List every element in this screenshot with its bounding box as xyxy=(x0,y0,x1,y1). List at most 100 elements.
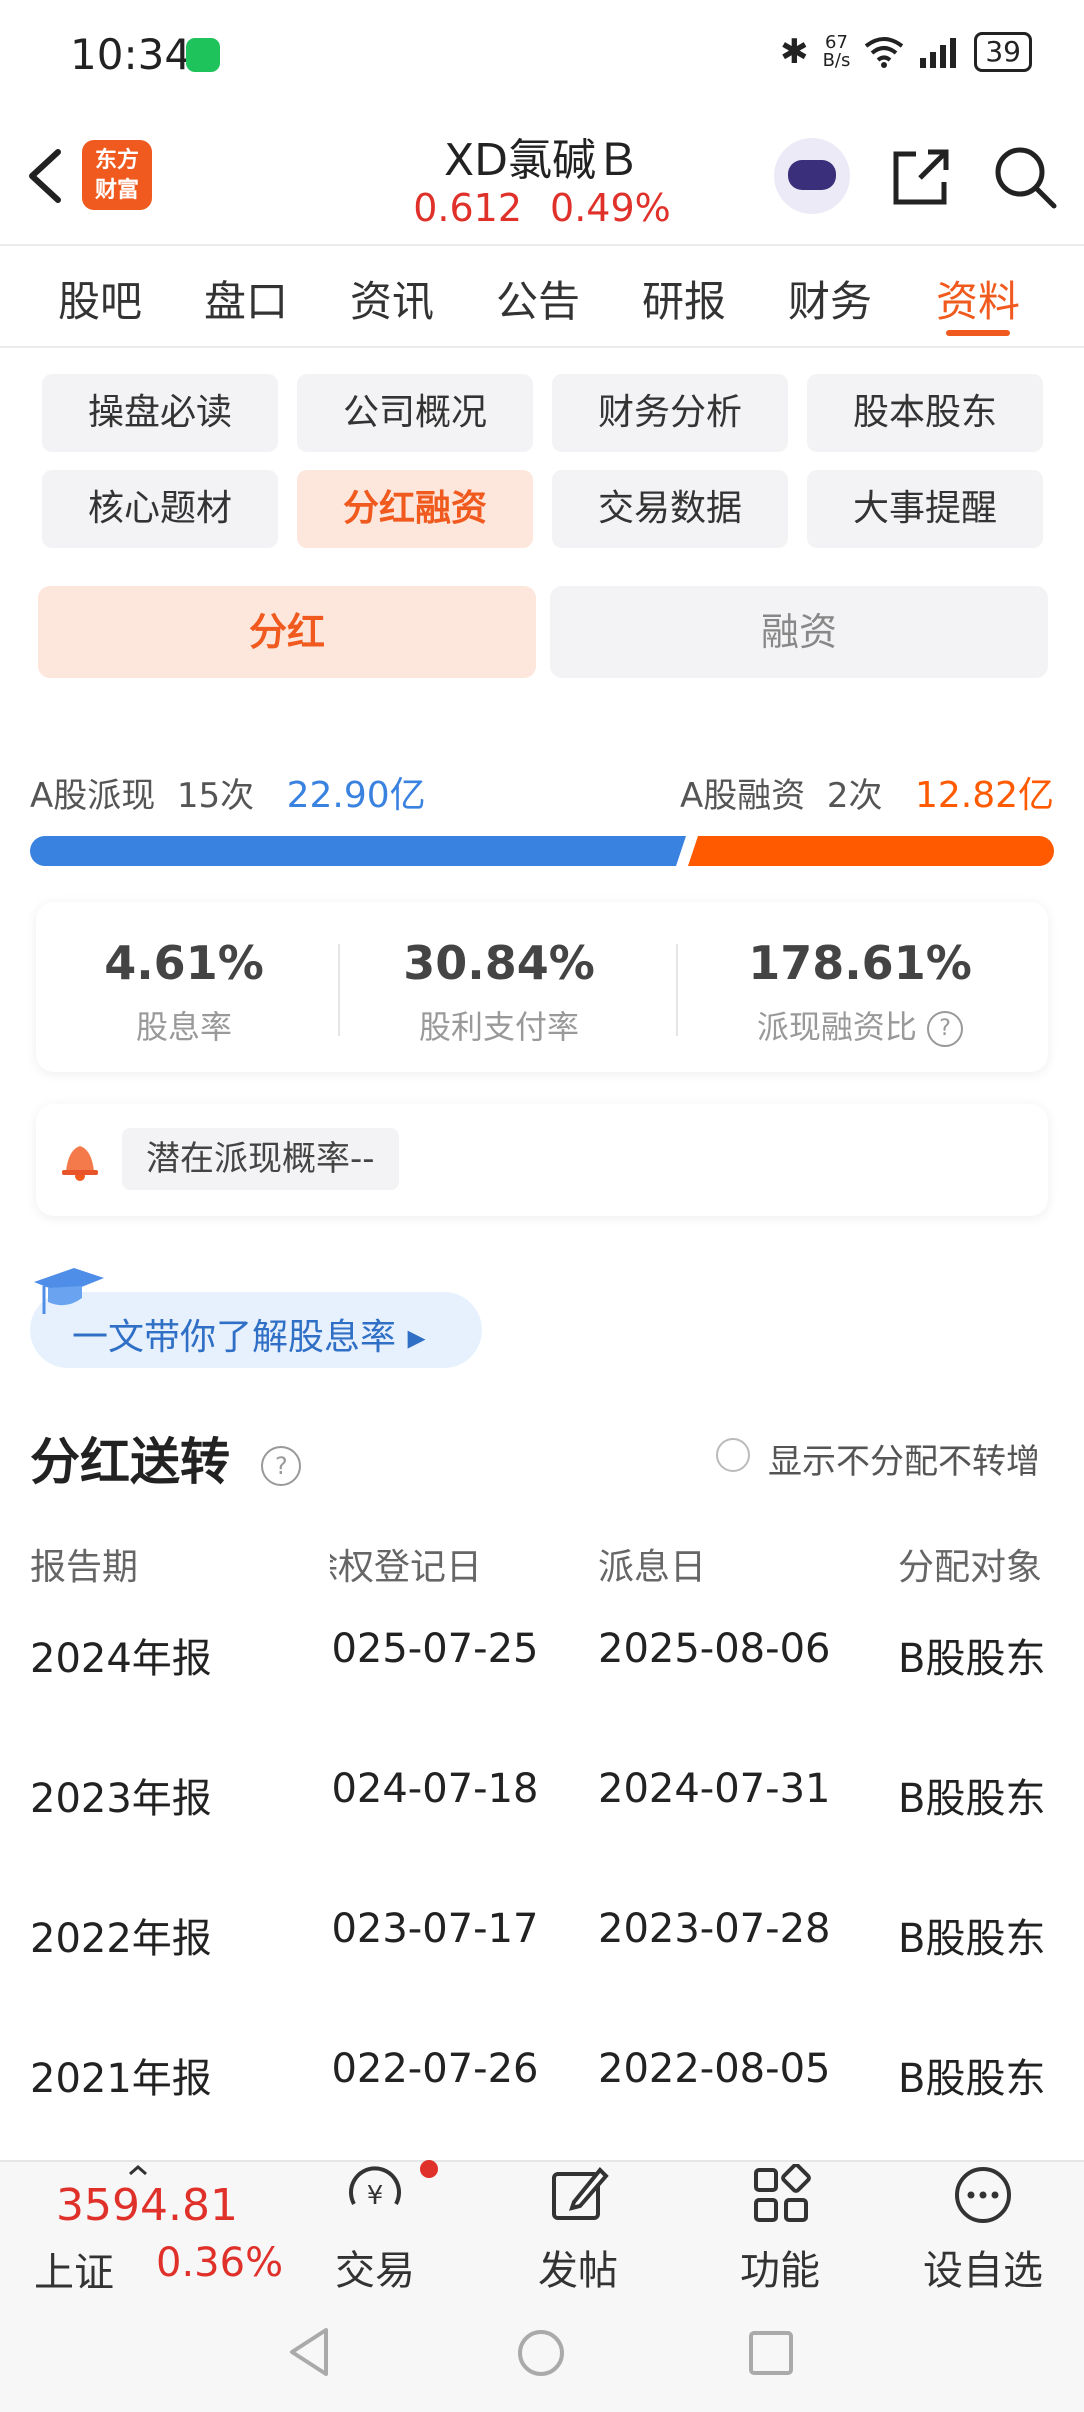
compose-post-icon[interactable] xyxy=(548,2164,610,2226)
tab-news[interactable]: 资讯 xyxy=(350,268,434,329)
tab-guba[interactable]: 股吧 xyxy=(58,268,142,329)
dividend-amount: 22.90亿 xyxy=(286,775,426,816)
table-row-record-date-wrap: 2025-07-25 xyxy=(330,1626,550,1672)
table-row-record-date-wrap: 2024-07-18 xyxy=(330,1766,550,1812)
financing-bar xyxy=(688,836,1054,866)
dividend-count: 15次 xyxy=(176,776,255,816)
chip-trading-data[interactable]: 交易数据 xyxy=(552,470,788,548)
chip-dividend-financing[interactable]: 分红融资 xyxy=(297,470,533,548)
dividend-yield-label: 股息率 xyxy=(135,1008,232,1046)
svg-text:¥: ¥ xyxy=(367,2181,384,2211)
tabs-divider xyxy=(0,346,1084,348)
column-header-record-date-wrap: 除权登记日 xyxy=(330,1538,530,1590)
tab-finance[interactable]: 财务 xyxy=(788,268,872,329)
chip-company-overview[interactable]: 公司概况 xyxy=(297,374,533,452)
table-row-record-date: 2023-07-17 xyxy=(330,1906,539,1952)
table-row-payment-date: 2025-08-06 xyxy=(598,1626,831,1672)
ai-assistant-face xyxy=(788,160,836,190)
status-time: 10:34 xyxy=(70,30,192,79)
table-row-target: B股股东 xyxy=(898,1916,1046,1962)
chip-trading-guide[interactable]: 操盘必读 xyxy=(42,374,278,452)
share-icon[interactable] xyxy=(890,146,952,208)
section-title: 分红送转 ? xyxy=(30,1422,302,1494)
learn-link-text: 一文带你了解股息率 ▸ xyxy=(72,1317,426,1358)
index-name: 上证 xyxy=(34,2250,114,2296)
table-row-payment-date: 2024-07-31 xyxy=(598,1766,831,1812)
table-row-record-date: 2025-07-25 xyxy=(330,1626,539,1672)
header-divider xyxy=(0,244,1084,246)
column-header-report-period: 报告期 xyxy=(30,1547,139,1588)
financing-summary: A股融资 2次 12.82亿 xyxy=(680,766,1054,818)
tab-research[interactable]: 研报 xyxy=(642,268,726,329)
chip-events[interactable]: 大事提醒 xyxy=(807,470,1043,548)
tab-profile[interactable]: 资料 xyxy=(936,268,1020,329)
table-row-record-date-wrap: 2023-07-17 xyxy=(330,1906,550,1952)
metric-divider xyxy=(338,944,340,1036)
status-bar: 10:34 ✱ 67 B/s 39 xyxy=(0,0,1084,112)
dividend-financing-ratio-label: 派现融资比 xyxy=(756,1008,917,1046)
dividend-financing-ratio-label-row: 派现融资比 ? xyxy=(680,1002,1040,1048)
index-change-pct: 0.36% xyxy=(156,2240,284,2286)
financing-amount: 12.82亿 xyxy=(914,775,1054,816)
dividend-financing-ratio-value: 178.61% xyxy=(748,936,972,990)
table-row-target: B股股东 xyxy=(898,1776,1046,1822)
nav-trade-label[interactable]: 交易 xyxy=(305,2238,445,2296)
nav-add-watchlist-label[interactable]: 设自选 xyxy=(913,2238,1053,2296)
potential-dividend-probability: 潜在派现概率-- xyxy=(122,1128,399,1190)
help-icon[interactable]: ? xyxy=(927,1011,964,1047)
stock-price: 0.612 xyxy=(413,186,523,230)
trade-icon[interactable]: ¥ xyxy=(344,2164,406,2226)
wifi-icon xyxy=(865,37,904,68)
column-header-payment-date: 派息日 xyxy=(598,1547,707,1588)
table-row-target: B股股东 xyxy=(898,2056,1046,2102)
dividend-financing-ratio-bar xyxy=(30,836,1054,866)
table-row-record-date: 2022-07-26 xyxy=(330,2046,539,2092)
bluetooth-icon: ✱ xyxy=(780,32,809,72)
speed-unit: B/s xyxy=(822,50,851,71)
dividend-yield-value: 4.61% xyxy=(104,936,264,990)
active-tab-indicator xyxy=(946,330,1010,336)
functions-grid-icon[interactable] xyxy=(750,2164,812,2226)
index-value[interactable]: 3594.81 xyxy=(56,2180,238,2231)
system-home-icon[interactable] xyxy=(516,2328,566,2378)
chip-shareholders[interactable]: 股本股东 xyxy=(807,374,1043,452)
help-icon[interactable]: ? xyxy=(261,1445,302,1486)
search-icon[interactable] xyxy=(992,144,1058,210)
chip-financial-analysis[interactable]: 财务分析 xyxy=(552,374,788,452)
system-recents-icon[interactable] xyxy=(748,2330,794,2376)
more-options-icon[interactable] xyxy=(952,2164,1014,2226)
financing-label: A股融资 xyxy=(679,776,806,816)
financing-count: 2次 xyxy=(826,776,883,816)
stock-change-pct: 0.49% xyxy=(550,186,671,230)
payout-ratio-value: 30.84% xyxy=(403,936,595,990)
notification-dot xyxy=(420,2160,438,2178)
dividend-bar xyxy=(30,836,686,866)
bell-icon xyxy=(62,1146,98,1181)
column-header-distribution-target: 分配对象 xyxy=(898,1547,1043,1588)
dividend-summary: A股派现 15次 22.90亿 xyxy=(30,766,426,818)
table-row-period: 2024年报 xyxy=(30,1636,212,1682)
battery-icon: 39 xyxy=(974,32,1032,72)
signal-icon xyxy=(920,38,957,68)
table-row-payment-date: 2022-08-05 xyxy=(598,2046,831,2092)
show-no-distribution-label[interactable]: 显示不分配不转增 xyxy=(768,1434,1040,1483)
dividend-label: A股派现 xyxy=(30,776,156,816)
table-row-record-date-wrap: 2022-07-26 xyxy=(330,2046,550,2092)
metric-divider xyxy=(676,944,678,1036)
network-speed: 67 B/s xyxy=(823,34,851,70)
status-icons: ✱ 67 B/s 39 xyxy=(780,32,1032,72)
chip-core-themes[interactable]: 核心题材 xyxy=(42,470,278,548)
expand-up-icon[interactable] xyxy=(126,2164,150,2176)
segment-financing[interactable]: 融资 xyxy=(550,586,1048,678)
payout-ratio-label: 股利支付率 xyxy=(418,1008,579,1046)
show-no-distribution-radio[interactable] xyxy=(716,1438,750,1472)
column-header-record-date: 除权登记日 xyxy=(330,1547,483,1588)
nav-post-label[interactable]: 发帖 xyxy=(508,2238,648,2296)
segment-dividend[interactable]: 分红 xyxy=(38,586,536,678)
system-back-icon[interactable] xyxy=(286,2326,334,2378)
table-row-record-date: 2024-07-18 xyxy=(330,1766,539,1812)
tab-pankou[interactable]: 盘口 xyxy=(204,268,288,329)
nav-functions-label[interactable]: 功能 xyxy=(710,2238,850,2296)
tab-announcement[interactable]: 公告 xyxy=(496,268,580,329)
table-row-target: B股股东 xyxy=(898,1636,1046,1682)
